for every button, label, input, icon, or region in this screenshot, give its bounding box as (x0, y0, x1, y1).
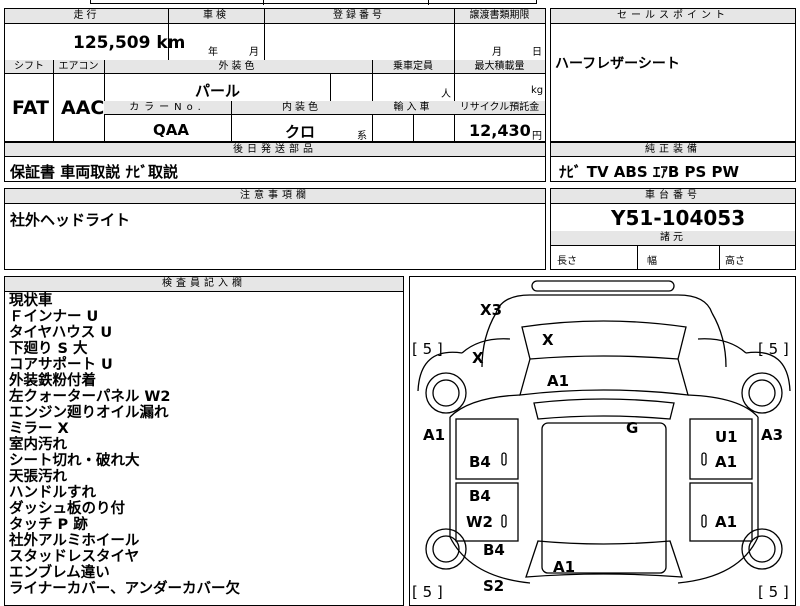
inspector-label: 検査員記入欄 (5, 277, 403, 292)
chassis-value: Y51-104053 (611, 206, 746, 230)
height-label: 高さ (725, 256, 745, 267)
damage-mark: W2 (466, 513, 493, 531)
interior-color-suffix: 系 (357, 131, 367, 142)
later-parts-label: 後日発送部品 (5, 143, 545, 157)
chassis-label: 車台番号 (551, 189, 795, 204)
sales-point-box: セールスポイント ハーフレザーシート (550, 8, 796, 142)
later-parts-value: 保証書 車両取説 ﾅﾋﾞ取説 (10, 163, 178, 181)
damage-mark: S2 (483, 577, 505, 595)
interior-color-label: 内装色 (231, 101, 372, 115)
length-label: 長さ (557, 256, 577, 267)
deadline-month-unit: 月 (492, 47, 502, 58)
shaken-month-unit: 月 (249, 47, 259, 58)
note-line: 外装鉄粉付着 (9, 373, 96, 389)
equipment-value: ﾅﾋﾞ TV ABS ｴｱB PS PW (559, 163, 740, 181)
inspector-box: 検査員記入欄 現状車 Ｆインナー U タイヤハウス U 下廻り S 大 コアサポ… (4, 276, 404, 606)
tire-mark-fl: [ 5 ] (412, 340, 443, 358)
shift-label: シフト (5, 60, 53, 74)
exterior-color-label: 外装色 (104, 60, 372, 74)
recycle-value: 12,430 (469, 121, 531, 140)
caution-value: 社外ヘッドライト (10, 211, 131, 229)
recycle-unit: 円 (532, 131, 542, 142)
damage-mark: A1 (553, 558, 576, 576)
damage-mark: A1 (715, 453, 738, 471)
tire-mark-rr: [ 5 ] (758, 583, 789, 601)
note-line: エンブレム違い (9, 565, 110, 581)
car-outline-icon (417, 280, 791, 584)
color-no-label: カラーNo. (104, 101, 231, 115)
damage-mark: X (542, 331, 554, 349)
note-line: エンジン廻りオイル漏れ (9, 405, 169, 421)
shift-value: FAT (12, 97, 49, 119)
transfer-deadline-label: 譲渡書類期限 (454, 9, 545, 24)
shaken-label: 車検 (168, 9, 264, 24)
width-label: 幅 (647, 256, 657, 267)
vehicle-info-grid: 走行 車検 登録番号 譲渡書類期限 125,509 km 年 月 月 日 シフト… (4, 8, 546, 142)
exterior-color-value: パール (195, 82, 241, 100)
note-line: 下廻り S 大 (9, 341, 88, 357)
note-line: シート切れ・破れ大 (9, 453, 140, 469)
deadline-day-unit: 日 (532, 47, 542, 58)
note-line: ライナーカバー、アンダーカバー欠 (9, 581, 240, 597)
capacity-label: 乗車定員 (372, 60, 454, 74)
damage-mark: B4 (469, 453, 491, 471)
aircon-value: AAC (61, 97, 105, 119)
note-line: ミラー X (9, 421, 69, 437)
damage-mark: B4 (469, 487, 491, 505)
equipment-label: 純正装備 (551, 143, 795, 157)
note-line: 現状車 (9, 293, 53, 309)
dimensions-label: 諸元 (551, 231, 795, 246)
note-line: コアサポート U (9, 357, 113, 373)
note-line: タッチ P 跡 (9, 517, 88, 533)
caution-box: 注意事項欄 社外ヘッドライト (4, 188, 546, 270)
note-line: タイヤハウス U (9, 325, 113, 341)
max-load-label: 最大積載量 (454, 60, 545, 74)
mileage-value: 125,509 km (73, 33, 186, 53)
damage-mark: X (472, 349, 484, 367)
damage-mark: U1 (715, 428, 738, 446)
note-line: スタッドレスタイヤ (9, 549, 140, 565)
later-parts-box: 後日発送部品 保証書 車両取説 ﾅﾋﾞ取説 (4, 142, 546, 182)
inspector-notes: 現状車 Ｆインナー U タイヤハウス U 下廻り S 大 コアサポート U 外装… (9, 293, 240, 597)
note-line: 左クォーターパネル W2 (9, 389, 171, 405)
damage-mark: G (626, 419, 639, 437)
sales-point-label: セールスポイント (551, 9, 795, 24)
note-line: ダッシュ板のり付 (9, 501, 125, 517)
interior-color-value: クロ (285, 123, 316, 141)
registration-label: 登録番号 (264, 9, 454, 24)
chassis-box: 車台番号 Y51-104053 諸元 長さ 幅 高さ (550, 188, 796, 270)
import-label: 輸入車 (372, 101, 454, 115)
sales-point-value: ハーフレザーシート (555, 56, 680, 72)
damage-mark: A1 (423, 426, 446, 444)
capacity-unit: 人 (441, 89, 451, 100)
damage-mark: B4 (483, 541, 505, 559)
caution-label: 注意事項欄 (5, 189, 545, 204)
aircon-label: エアコン (53, 60, 104, 74)
damage-mark: A1 (547, 372, 570, 390)
note-line: Ｆインナー U (9, 309, 99, 325)
color-no-value: QAA (153, 121, 189, 139)
mileage-label: 走行 (5, 9, 168, 24)
recycle-label: リサイクル預託金 (454, 101, 545, 115)
max-load-unit: kg (531, 85, 544, 96)
shaken-year-unit: 年 (208, 47, 218, 58)
note-line: ハンドルすれ (9, 485, 96, 501)
damage-mark: X3 (480, 301, 503, 319)
note-line: 室内汚れ (9, 437, 67, 453)
equipment-box: 純正装備 ﾅﾋﾞ TV ABS ｴｱB PS PW (550, 142, 796, 182)
tire-mark-rl: [ 5 ] (412, 583, 443, 601)
note-line: 社外アルミホイール (9, 533, 140, 549)
top-partial-strip (90, 0, 537, 5)
damage-diagram: [ 5 ] [ 5 ] [ 5 ] [ 5 ] X3 X X A1 A1 G U… (409, 276, 796, 606)
tire-mark-fr: [ 5 ] (758, 340, 789, 358)
damage-mark: A1 (715, 513, 738, 531)
damage-mark: A3 (761, 426, 784, 444)
note-line: 天張汚れ (9, 469, 67, 485)
